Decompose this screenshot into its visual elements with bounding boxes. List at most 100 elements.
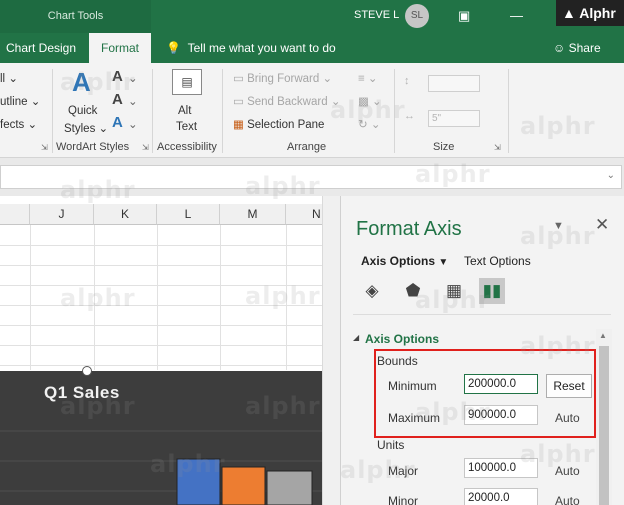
shape-styles-launcher-icon[interactable]: ⇲	[41, 143, 48, 152]
scroll-up-icon[interactable]: ▲	[599, 331, 607, 340]
fill-line-icon[interactable]: ◈	[359, 278, 385, 304]
shape-width-input[interactable]: 5"	[428, 110, 480, 127]
chart-title[interactable]: Q1 Sales	[44, 383, 120, 403]
send-backward-button[interactable]: ▭ Send Backward ⌄	[233, 94, 340, 108]
pane-scrollbar[interactable]: ▲	[596, 329, 612, 505]
bring-forward-button[interactable]: ▭ Bring Forward ⌄	[233, 71, 332, 85]
tell-me-search[interactable]: 💡 Tell me what you want to do	[166, 33, 336, 63]
major-unit-input[interactable]: 100000.0	[464, 458, 538, 478]
chevron-down-icon: ⌄	[330, 96, 341, 108]
shape-effects-partial[interactable]: fects ⌄	[0, 117, 37, 131]
text-effects-icon[interactable]: A	[112, 114, 123, 131]
size-properties-icon[interactable]: ▦	[441, 278, 467, 304]
chevron-down-icon[interactable]: ⌄	[128, 117, 138, 131]
minor-label: Minor	[388, 494, 419, 505]
axis-options-icon[interactable]: ▮▮	[479, 278, 505, 304]
effects-icon[interactable]: ⬟	[400, 278, 426, 304]
chart-bar-1[interactable]	[176, 458, 221, 505]
gridline	[0, 245, 322, 246]
selection-pane-button[interactable]: ▦ Selection Pane	[233, 117, 324, 131]
chart-tools-context-label: Chart Tools	[0, 0, 151, 33]
chevron-down-icon: ▼	[438, 257, 449, 268]
tab-text-options[interactable]: Text Options	[464, 254, 531, 268]
chart-bar-2[interactable]	[221, 466, 266, 505]
minimize-icon[interactable]: —	[510, 8, 523, 23]
gridline	[0, 285, 322, 286]
column-header-j[interactable]: J	[30, 204, 94, 225]
gridline	[157, 225, 158, 370]
bring-forward-label: Bring Forward	[247, 73, 320, 85]
group-label-wordart: WordArt Styles	[56, 141, 130, 153]
alt-text-icon[interactable]: ▤	[172, 69, 202, 95]
share-button[interactable]: ☺ Share	[553, 33, 601, 63]
chevron-down-icon[interactable]: ⌄	[128, 71, 138, 85]
text-outline-icon[interactable]: A	[112, 91, 123, 108]
major-auto-button[interactable]: Auto	[555, 464, 580, 478]
quick-styles-label-2-text: Styles	[64, 123, 96, 135]
quick-styles-label-2[interactable]: Styles ⌄	[64, 121, 108, 135]
alt-text-label-2[interactable]: Text	[176, 121, 197, 133]
scrollbar-thumb[interactable]	[599, 346, 609, 505]
pane-divider	[353, 314, 611, 315]
column-header-n[interactable]: N	[286, 204, 322, 225]
shape-outline-partial[interactable]: utline ⌄	[0, 94, 40, 108]
major-label: Major	[388, 464, 419, 478]
tell-me-label: Tell me what you want to do	[187, 41, 336, 55]
minor-unit-input[interactable]: 20000.0	[464, 488, 538, 505]
gridline	[286, 225, 287, 370]
ribbon-display-options-icon[interactable]: ▣	[458, 8, 470, 24]
chevron-down-icon[interactable]: ⌄	[128, 94, 138, 108]
formula-input[interactable]: ⌄	[0, 165, 622, 189]
column-header-partial[interactable]	[0, 204, 30, 225]
highlight-box	[374, 349, 596, 438]
quick-styles-icon[interactable]: A	[72, 67, 91, 98]
ribbon-divider	[52, 69, 53, 153]
ribbon-divider	[222, 69, 223, 153]
pane-options-dropdown-icon[interactable]: ▼	[553, 220, 564, 232]
tab-format[interactable]: Format	[89, 33, 152, 63]
tab-axis-options-label: Axis Options	[361, 254, 436, 268]
chevron-down-icon: ⌄	[322, 73, 333, 85]
tab-axis-options[interactable]: Axis Options ▼	[361, 254, 448, 268]
collapse-triangle-icon[interactable]: ◢	[353, 333, 359, 342]
spreadsheet-grid[interactable]: J K L M N Q1 Sales	[0, 196, 322, 505]
units-label: Units	[377, 438, 405, 452]
expand-formula-icon[interactable]: ⌄	[607, 170, 615, 181]
quick-styles-label[interactable]: Quick	[68, 105, 97, 117]
ribbon: ll ⌄ utline ⌄ fects ⌄ ⇲ A Quick Styles ⌄…	[0, 63, 624, 158]
shape-fill-partial[interactable]: ll ⌄	[0, 71, 18, 85]
selection-pane-label: Selection Pane	[247, 119, 325, 131]
section-axis-options[interactable]: Axis Options	[365, 332, 439, 346]
size-launcher-icon[interactable]: ⇲	[494, 143, 501, 152]
alphr-logo-text: Alphr	[579, 5, 616, 21]
shape-effects-label: fects	[0, 119, 25, 131]
shape-height-input[interactable]	[428, 75, 480, 92]
wordart-launcher-icon[interactable]: ⇲	[142, 143, 149, 152]
chart-resize-handle[interactable]	[82, 366, 92, 376]
formula-bar: ⌄	[0, 158, 624, 196]
column-header-l[interactable]: L	[157, 204, 220, 225]
user-name[interactable]: STEVE L	[354, 9, 399, 21]
pane-title: Format Axis	[356, 218, 462, 240]
gridline	[0, 265, 322, 266]
alphr-logo-glyph: ▲	[562, 5, 580, 21]
gridline	[30, 225, 31, 370]
chart-area[interactable]: Q1 Sales	[0, 366, 322, 505]
ribbon-divider	[508, 69, 509, 153]
align-icon[interactable]: ≡ ⌄	[358, 71, 378, 85]
close-icon[interactable]: ✕	[595, 215, 609, 235]
text-fill-icon[interactable]: A	[112, 68, 123, 85]
chart-bar-3[interactable]	[266, 470, 313, 505]
shape-width-icon: ↔	[404, 110, 415, 122]
minor-auto-button[interactable]: Auto	[555, 494, 580, 505]
avatar[interactable]: SL	[405, 4, 429, 28]
grid-scrollbar[interactable]	[322, 196, 340, 505]
column-header-k[interactable]: K	[94, 204, 157, 225]
shape-height-icon: ↕	[404, 75, 410, 87]
rotate-icon[interactable]: ↻ ⌄	[358, 117, 380, 131]
group-objects-icon[interactable]: ▩ ⌄	[358, 94, 382, 108]
alt-text-label[interactable]: Alt	[178, 105, 191, 117]
column-header-m[interactable]: M	[220, 204, 286, 225]
title-bar: Chart Tools STEVE L SL ▣ — ▲ Alphr	[0, 0, 624, 33]
tab-chart-design[interactable]: Chart Design	[6, 33, 76, 63]
